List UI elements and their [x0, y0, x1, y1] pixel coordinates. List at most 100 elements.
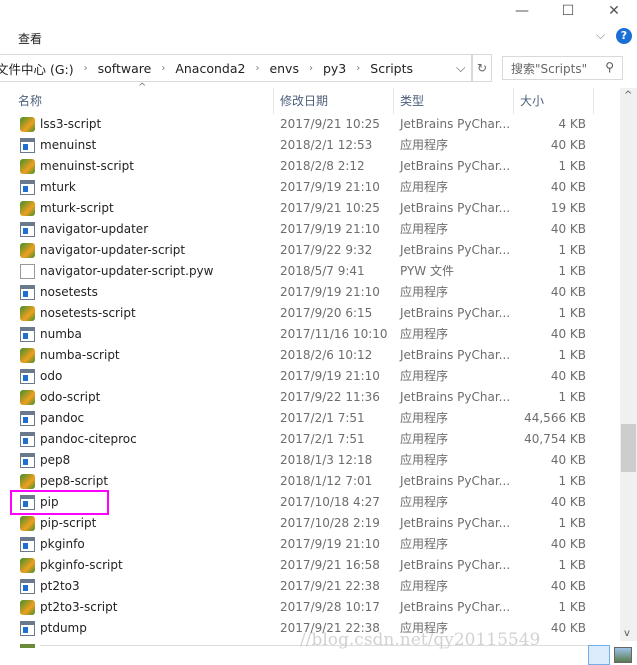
scroll-up-icon[interactable]: ^ [624, 90, 632, 101]
file-row[interactable]: mturk-script 2017/9/21 10:25 JetBrains P… [14, 198, 614, 219]
file-row[interactable]: pep8-script 2018/1/12 7:01 JetBrains PyC… [14, 471, 614, 492]
file-type: 应用程序 [400, 537, 449, 551]
file-row[interactable]: pandoc 2017/2/1 7:51 应用程序 44,566 KB [14, 408, 614, 429]
application-icon [20, 579, 35, 594]
application-icon [20, 537, 35, 552]
file-row[interactable]: pkginfo-script 2017/9/21 16:58 JetBrains… [14, 555, 614, 576]
file-size: 44,566 KB [524, 411, 586, 425]
file-row[interactable]: numba-script 2018/2/6 10:12 JetBrains Py… [14, 345, 614, 366]
file-name: pandoc-citeproc [40, 432, 137, 446]
scroll-down-icon[interactable]: v [624, 628, 630, 639]
file-row[interactable]: menuinst-script 2018/2/8 2:12 JetBrains … [14, 156, 614, 177]
file-size: 1 KB [558, 600, 586, 614]
file-row[interactable]: pt2to3 2017/9/21 22:38 应用程序 40 KB [14, 576, 614, 597]
breadcrumb-anaconda2[interactable]: Anaconda2 [173, 61, 247, 76]
minimize-button[interactable]: — [499, 0, 545, 22]
file-type: 应用程序 [400, 453, 449, 467]
file-type: JetBrains PyChar... [400, 474, 511, 488]
column-header-date[interactable]: 修改日期 [274, 88, 394, 114]
file-date: 2017/9/19 21:10 [280, 180, 380, 194]
file-size: 40 KB [550, 453, 586, 467]
file-row[interactable]: menuinst 2018/2/1 12:53 应用程序 40 KB [14, 135, 614, 156]
file-row[interactable]: pandoc-citeproc 2017/2/1 7:51 应用程序 40,75… [14, 429, 614, 450]
column-header-size[interactable]: 大小 [514, 88, 594, 114]
breadcrumb-envs[interactable]: envs [267, 61, 301, 76]
large-icons-view-icon[interactable] [614, 647, 632, 663]
chevron-right-icon[interactable]: › [348, 63, 368, 74]
address-bar[interactable]: 文件中心 (G:) › software › Anaconda2 › envs › py… [0, 54, 472, 82]
file-row[interactable]: pip-script 2017/10/28 2:19 JetBrains PyC… [14, 513, 614, 534]
search-placeholder: 搜索"Scripts" [511, 61, 588, 76]
application-icon [20, 369, 35, 384]
breadcrumb-py3[interactable]: py3 [321, 61, 348, 76]
file-type: JetBrains PyChar... [400, 348, 511, 362]
breadcrumb-drive[interactable]: 文件中心 (G:) [0, 59, 76, 78]
application-icon [20, 432, 35, 447]
pycharm-file-icon [20, 558, 35, 573]
chevron-right-icon[interactable]: › [76, 63, 96, 74]
file-size: 1 KB [558, 558, 586, 572]
partial-row-icon [20, 644, 35, 648]
file-row[interactable]: navigator-updater-script 2017/9/22 9:32 … [14, 240, 614, 261]
file-name: odo-script [40, 390, 101, 404]
scrollbar-thumb[interactable] [621, 424, 636, 472]
file-type: 应用程序 [400, 495, 449, 509]
file-name: numba-script [40, 348, 120, 362]
application-icon [20, 138, 35, 153]
file-type: JetBrains PyChar... [400, 201, 511, 215]
file-name: pkginfo-script [40, 558, 123, 572]
address-dropdown-icon[interactable]: ⌵ [456, 60, 465, 76]
maximize-button[interactable]: ☐ [545, 0, 591, 22]
breadcrumb-scripts[interactable]: Scripts [368, 61, 415, 76]
file-name: pandoc [40, 411, 85, 425]
file-type: JetBrains PyChar... [400, 306, 511, 320]
file-row[interactable]: numba 2017/11/16 10:10 应用程序 40 KB [14, 324, 614, 345]
file-date: 2018/1/3 12:18 [280, 453, 373, 467]
column-header-type[interactable]: 类型 [394, 88, 514, 114]
application-icon [20, 621, 35, 636]
search-icon[interactable]: ⚲ [605, 60, 614, 74]
file-date: 2017/9/19 21:10 [280, 537, 380, 551]
file-row[interactable]: pip 2017/10/18 4:27 应用程序 40 KB [10, 490, 614, 515]
file-row[interactable]: mturk 2017/9/19 21:10 应用程序 40 KB [14, 177, 614, 198]
file-row[interactable]: pep8 2018/1/3 12:18 应用程序 40 KB [14, 450, 614, 471]
file-row[interactable]: nosetests-script 2017/9/20 6:15 JetBrain… [14, 303, 614, 324]
file-type: JetBrains PyChar... [400, 558, 511, 572]
file-row[interactable]: nosetests 2017/9/19 21:10 应用程序 40 KB [14, 282, 614, 303]
column-header-name[interactable]: 名称 [12, 88, 274, 114]
chevron-right-icon[interactable]: › [153, 63, 173, 74]
ribbon-collapse-icon[interactable]: ⌵ [596, 28, 605, 43]
file-name: lss3-script [40, 117, 102, 131]
file-row[interactable]: odo-script 2017/9/22 11:36 JetBrains PyC… [14, 387, 614, 408]
application-icon [20, 285, 35, 300]
file-row[interactable]: navigator-updater-script.pyw 2018/5/7 9:… [14, 261, 614, 282]
vertical-scrollbar[interactable]: ^ v [620, 88, 637, 641]
file-name: navigator-updater-script.pyw [40, 264, 214, 278]
chevron-right-icon[interactable]: › [301, 63, 321, 74]
file-name: nosetests-script [40, 306, 136, 320]
file-row[interactable]: navigator-updater 2017/9/19 21:10 应用程序 4… [14, 219, 614, 240]
file-type: JetBrains PyChar... [400, 159, 511, 173]
file-row[interactable]: pkginfo 2017/9/19 21:10 应用程序 40 KB [14, 534, 614, 555]
file-date: 2018/5/7 9:41 [280, 264, 365, 278]
close-button[interactable]: ✕ [591, 0, 637, 22]
file-row[interactable]: pt2to3-script 2017/9/28 10:17 JetBrains … [14, 597, 614, 618]
application-icon [20, 327, 35, 342]
pycharm-file-icon [20, 201, 35, 216]
file-date: 2017/10/18 4:27 [280, 495, 380, 509]
file-type: 应用程序 [400, 138, 449, 152]
pycharm-file-icon [20, 306, 35, 321]
details-view-icon[interactable] [588, 645, 610, 665]
search-input[interactable]: 搜索"Scripts" ⚲ [502, 56, 623, 80]
file-date: 2018/1/12 7:01 [280, 474, 373, 488]
chevron-right-icon[interactable]: › [247, 63, 267, 74]
file-date: 2017/9/19 21:10 [280, 222, 380, 236]
refresh-button[interactable]: ↻ [472, 54, 492, 82]
help-icon[interactable]: ? [616, 28, 632, 44]
tab-view[interactable]: 查看 [18, 30, 42, 47]
file-row[interactable]: odo 2017/9/19 21:10 应用程序 40 KB [14, 366, 614, 387]
file-date: 2018/2/1 12:53 [280, 138, 373, 152]
breadcrumb-software[interactable]: software [96, 61, 154, 76]
application-icon [20, 222, 35, 237]
file-row[interactable]: lss3-script 2017/9/21 10:25 JetBrains Py… [14, 114, 614, 135]
